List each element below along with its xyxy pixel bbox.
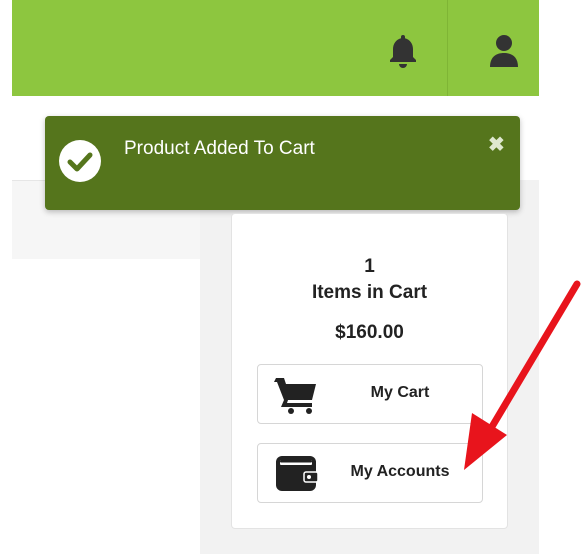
user-icon[interactable]	[489, 33, 519, 69]
shopping-cart-icon	[274, 378, 316, 414]
close-icon[interactable]: ✖	[488, 135, 505, 155]
header-divider	[447, 0, 448, 96]
wallet-icon	[276, 456, 319, 491]
cart-item-count: 1	[364, 256, 375, 277]
check-circle-icon	[59, 140, 101, 182]
red-arrow-icon	[464, 280, 581, 470]
my-cart-label: My Cart	[370, 384, 430, 401]
bell-icon[interactable]	[388, 33, 418, 69]
top-navigation-bar	[12, 0, 539, 96]
toast-message: Product Added To Cart	[124, 138, 315, 159]
my-accounts-label: My Accounts	[350, 463, 450, 480]
added-to-cart-toast: Product Added To Cart ✖	[45, 116, 520, 210]
left-panel-body	[12, 259, 200, 554]
